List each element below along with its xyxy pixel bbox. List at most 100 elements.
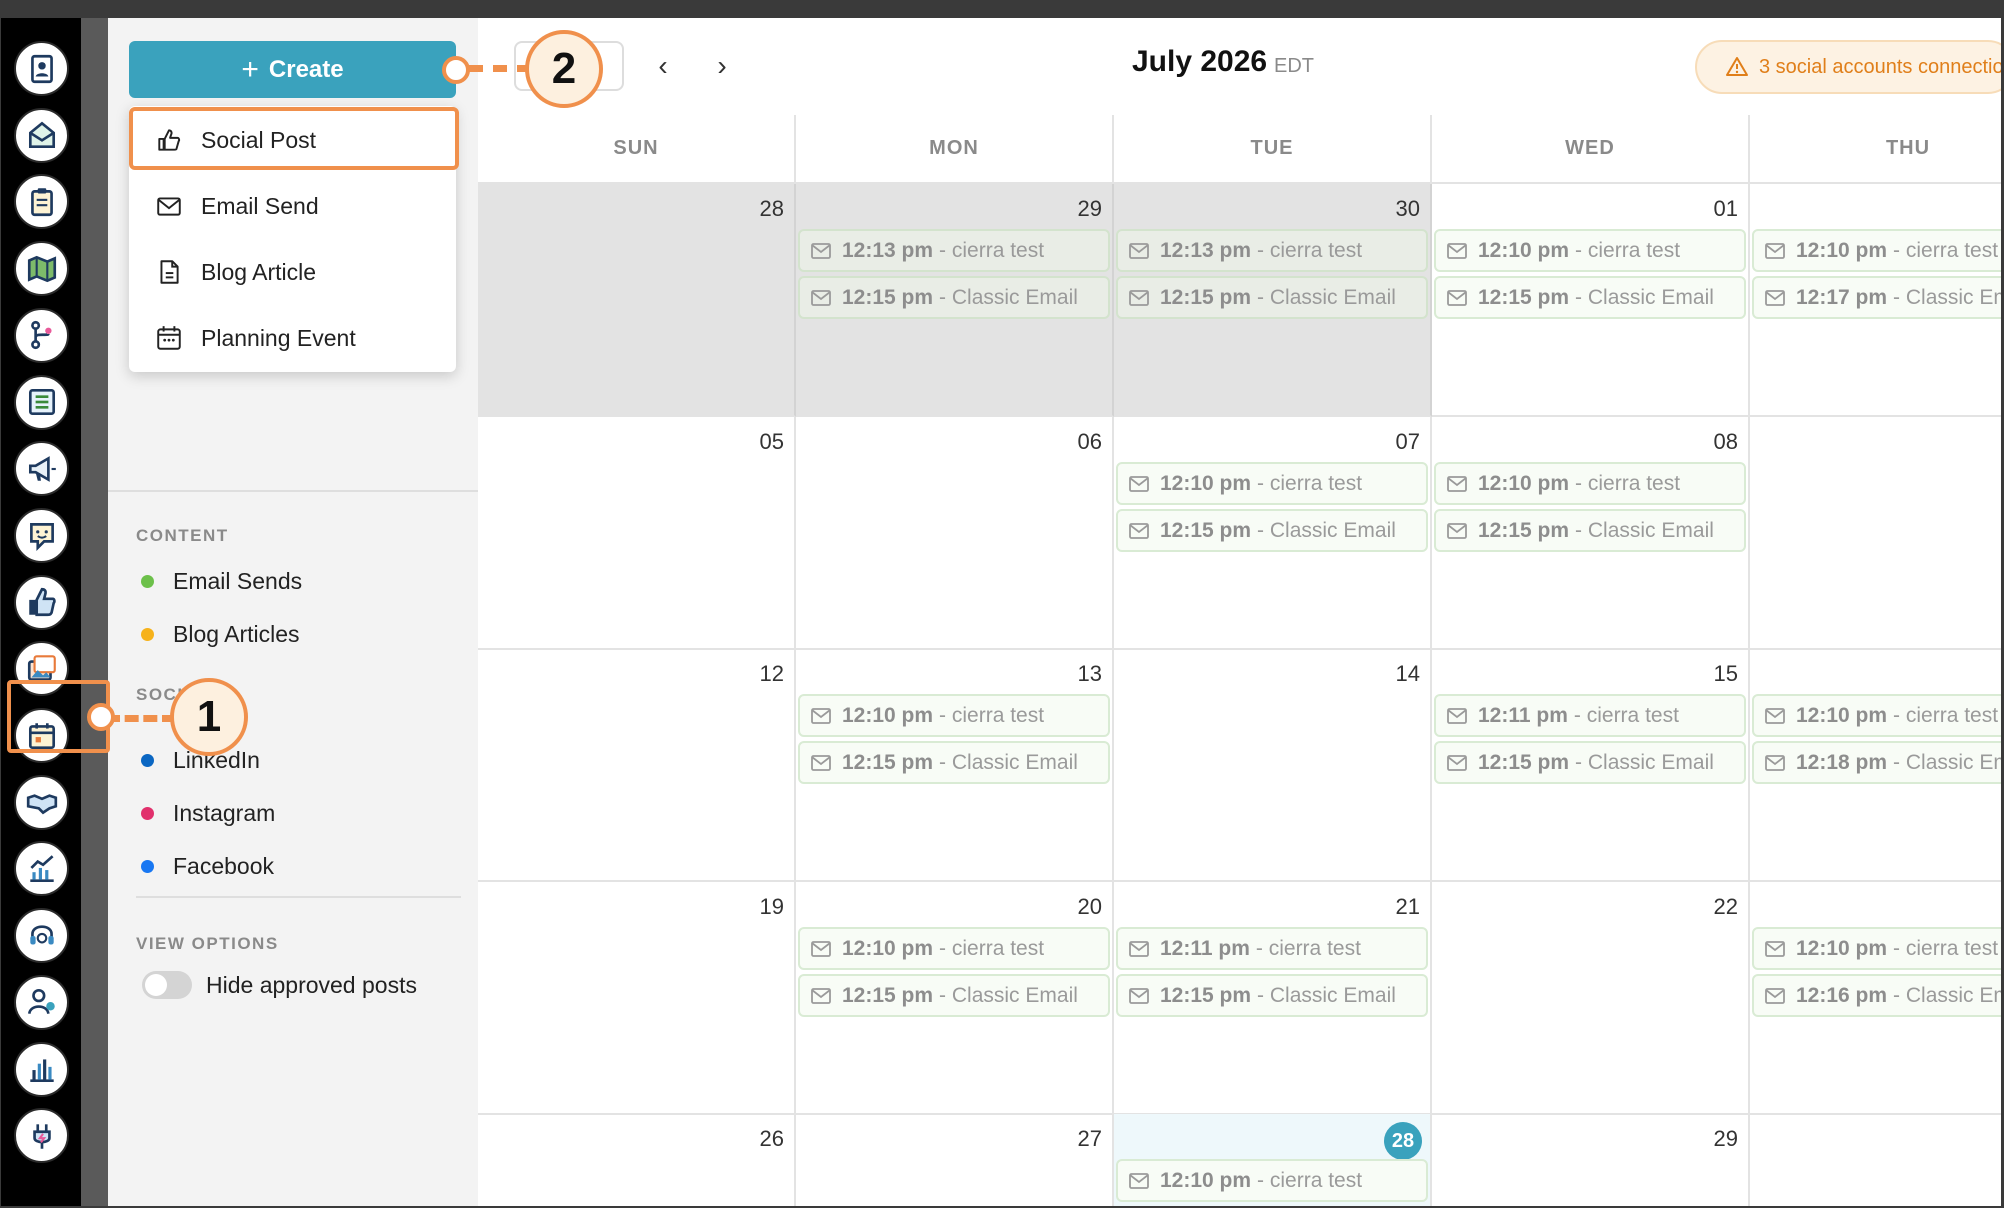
- day-cell[interactable]: [1750, 417, 2001, 650]
- envelope-icon: [811, 707, 831, 724]
- filter-instagram[interactable]: Instagram: [141, 800, 275, 827]
- previous-month-button[interactable]: ‹: [645, 48, 681, 84]
- day-cell[interactable]: 12:10 pm - cierra test 12:18 pm - Classic E…: [1750, 649, 2001, 882]
- calendar-event[interactable]: 12:15 pm - Classic Email: [1434, 509, 1746, 552]
- event-title: - cierra test: [1575, 471, 1681, 495]
- day-cell[interactable]: 28 12:10 pm - cierra test: [1114, 1114, 1432, 1206]
- weekday-header: SUN: [478, 115, 796, 184]
- day-cell[interactable]: 05: [478, 417, 796, 650]
- calendar-event[interactable]: 12:13 pm - cierra test: [1116, 229, 1428, 272]
- calendar-event[interactable]: 12:15 pm - Classic Email: [798, 276, 1110, 319]
- calendar-event[interactable]: 12:10 pm - cierra test: [798, 927, 1110, 970]
- event-time: 12:15 pm: [1478, 518, 1570, 542]
- day-cell[interactable]: 27: [796, 1114, 1114, 1206]
- day-cell[interactable]: 30 12:13 pm - cierra test 12:15 pm - Classic…: [1114, 184, 1432, 417]
- rail-clipboard-button[interactable]: [14, 174, 69, 230]
- event-title: - Classic Ema: [1893, 285, 2001, 309]
- calendar-event[interactable]: 12:18 pm- Classic Ema: [1752, 741, 2001, 784]
- rail-list-button[interactable]: [14, 374, 69, 430]
- calendar-event[interactable]: 12:10 pm - cierra test: [798, 694, 1110, 737]
- event-title: - Classic Email: [939, 983, 1078, 1007]
- day-cell[interactable]: 14: [1114, 649, 1432, 882]
- day-cell[interactable]: 21 12:11 pm - cierra test 12:15 pm - Classic…: [1114, 882, 1432, 1115]
- callout-anchor: [442, 56, 470, 84]
- rail-map-button[interactable]: [14, 241, 69, 297]
- rail-email-inbox-button[interactable]: [14, 107, 69, 163]
- day-cell[interactable]: 08 12:10 pm - cierra test 12:15 pm - Classic…: [1432, 417, 1750, 650]
- rail-thumbs-up-button[interactable]: [14, 574, 69, 630]
- calendar-event[interactable]: 12:15 pm - Classic Email: [1434, 276, 1746, 319]
- day-cell[interactable]: 29: [1432, 1114, 1750, 1206]
- filter-facebook[interactable]: Facebook: [141, 853, 274, 880]
- calendar-event[interactable]: 12:10 pm - cierra test: [1752, 927, 2001, 970]
- day-number: 30: [1395, 196, 1420, 221]
- rail-user-settings-button[interactable]: [14, 974, 69, 1030]
- calendar-event[interactable]: 12:15 pm - Classic Email: [1116, 974, 1428, 1017]
- day-cell[interactable]: 15 12:11 pm - cierra test 12:15 pm - Classic…: [1432, 649, 1750, 882]
- menu-item-blog-article[interactable]: Blog Article: [129, 241, 456, 303]
- day-number: 06: [1077, 429, 1102, 454]
- rail-support-headset-button[interactable]: [14, 908, 69, 964]
- day-cell[interactable]: 12:10 pm - cierra test 12:17 pm - Classic E…: [1750, 184, 2001, 417]
- calendar-event[interactable]: 12:10 pm - cierra test: [1116, 1159, 1428, 1202]
- support-headset-icon: [29, 924, 54, 945]
- day-cell[interactable]: 13 12:10 pm - cierra test 12:15 pm - Classic…: [796, 649, 1114, 882]
- calendar-sidebar: + Create 17202122232425 2627282930311 So…: [108, 18, 478, 1206]
- calendar-event[interactable]: 12:10 pm - cierra test: [1434, 229, 1746, 272]
- rail-contacts-button[interactable]: [14, 41, 69, 96]
- day-cell[interactable]: 19: [478, 882, 796, 1115]
- day-number: 29: [1077, 196, 1102, 221]
- hide-approved-toggle[interactable]: [142, 971, 192, 999]
- rail-megaphone-button[interactable]: [14, 441, 69, 497]
- clipboard-icon: [30, 188, 53, 216]
- event-time: 12:10 pm: [1796, 703, 1888, 727]
- social-accounts-warning[interactable]: 3 social accounts connectio: [1695, 40, 2001, 94]
- day-cell[interactable]: 06: [796, 417, 1114, 650]
- day-cell[interactable]: 01 12:10 pm - cierra test 12:15 pm - Classic…: [1432, 184, 1750, 417]
- filter-blog-articles[interactable]: Blog Articles: [141, 621, 300, 648]
- create-button[interactable]: + Create: [129, 41, 456, 98]
- rail-plugin-button[interactable]: [14, 1108, 69, 1164]
- calendar-event[interactable]: 12:10 pm - cierra test: [1752, 229, 2001, 272]
- rail-chat-bot-button[interactable]: [14, 507, 69, 563]
- calendar-event[interactable]: 12:15 pm - Classic Email: [798, 974, 1110, 1017]
- calendar-event[interactable]: 12:13 pm - cierra test: [798, 229, 1110, 272]
- menu-item-planning-event[interactable]: Planning Event: [129, 307, 456, 369]
- calendar-event[interactable]: 12:11 pm - cierra test: [1434, 694, 1746, 737]
- calendar-event[interactable]: 12:15 pm - Classic Email: [1434, 741, 1746, 784]
- day-cell[interactable]: 26: [478, 1114, 796, 1206]
- calendar-event[interactable]: 12:10 pm - cierra test: [1434, 462, 1746, 505]
- day-cell[interactable]: 22: [1432, 882, 1750, 1115]
- filter-email-sends[interactable]: Email Sends: [141, 568, 302, 595]
- event-time: 12:15 pm: [1160, 285, 1252, 309]
- day-cell[interactable]: 20 12:10 pm - cierra test 12:15 pm - Classic…: [796, 882, 1114, 1115]
- calendar-event[interactable]: 12:15 pm - Classic Email: [1116, 509, 1428, 552]
- next-month-button[interactable]: ›: [704, 48, 740, 84]
- event-title: - cierra test: [1893, 936, 1999, 960]
- menu-item-email-send[interactable]: Email Send: [129, 175, 456, 237]
- day-cell[interactable]: 12: [478, 649, 796, 882]
- rail-workflow-button[interactable]: [14, 307, 69, 363]
- envelope-icon: [157, 197, 181, 216]
- calendar-event[interactable]: 12:15 pm - Classic Email: [1116, 276, 1428, 319]
- rail-analytics-button[interactable]: [14, 841, 69, 897]
- envelope-icon: [1765, 940, 1785, 957]
- day-cell[interactable]: 12:10 pm - cierra test 12:16 pm - Classic E…: [1750, 882, 2001, 1115]
- day-cell[interactable]: [1750, 1114, 2001, 1206]
- rail-handshake-button[interactable]: [14, 774, 69, 830]
- calendar-event[interactable]: 12:10 pm - cierra test: [1116, 462, 1428, 505]
- warning-icon: [1726, 57, 1748, 76]
- rail-bar-chart-button[interactable]: [14, 1041, 69, 1097]
- day-cell[interactable]: 07 12:10 pm - cierra test 12:15 pm - Classic…: [1114, 417, 1432, 650]
- calendar-event[interactable]: 12:10 pm - cierra test: [1752, 694, 2001, 737]
- envelope-icon: [811, 987, 831, 1004]
- calendar-event[interactable]: 12:15 pm - Classic Email: [798, 741, 1110, 784]
- day-cell[interactable]: 29 12:13 pm - cierra test 12:15 pm - Classic…: [796, 184, 1114, 417]
- day-cell[interactable]: 28: [478, 184, 796, 417]
- event-time: 12:16 pm: [1796, 983, 1888, 1007]
- app-window: + Create 17202122232425 2627282930311 So…: [1, 18, 2001, 1206]
- calendar-event[interactable]: 12:17 pm- Classic Ema: [1752, 276, 2001, 319]
- calendar-event[interactable]: 12:16 pm- Classic Ema: [1752, 974, 2001, 1017]
- calendar-event[interactable]: 12:11 pm - cierra test: [1116, 927, 1428, 970]
- envelope-icon: [1129, 1172, 1149, 1189]
